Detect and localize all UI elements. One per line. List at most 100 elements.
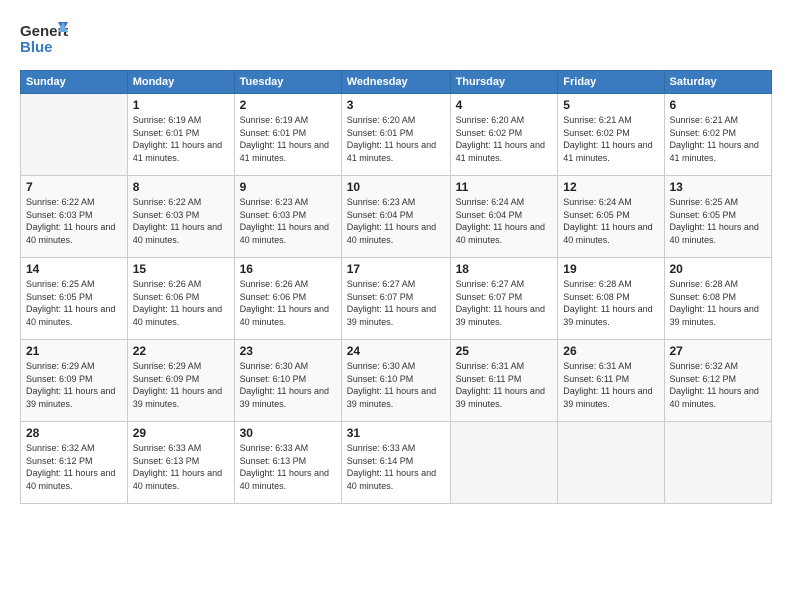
col-header-friday: Friday (558, 71, 664, 94)
calendar-cell (664, 422, 772, 504)
calendar-cell: 13 Sunrise: 6:25 AMSunset: 6:05 PMDayligh… (664, 176, 772, 258)
calendar-cell: 27 Sunrise: 6:32 AMSunset: 6:12 PMDayligh… (664, 340, 772, 422)
day-detail: Sunrise: 6:19 AMSunset: 6:01 PMDaylight:… (240, 114, 336, 164)
col-header-saturday: Saturday (664, 71, 772, 94)
day-number: 21 (26, 344, 122, 358)
day-number: 29 (133, 426, 229, 440)
week-row-3: 21 Sunrise: 6:29 AMSunset: 6:09 PMDayligh… (21, 340, 772, 422)
calendar-cell: 7 Sunrise: 6:22 AMSunset: 6:03 PMDaylight… (21, 176, 128, 258)
day-detail: Sunrise: 6:33 AMSunset: 6:13 PMDaylight:… (240, 442, 336, 492)
day-detail: Sunrise: 6:27 AMSunset: 6:07 PMDaylight:… (456, 278, 553, 328)
day-number: 23 (240, 344, 336, 358)
col-header-monday: Monday (127, 71, 234, 94)
col-header-thursday: Thursday (450, 71, 558, 94)
day-number: 14 (26, 262, 122, 276)
calendar-cell: 28 Sunrise: 6:32 AMSunset: 6:12 PMDayligh… (21, 422, 128, 504)
page: General Blue SundayMondayTuesdayWednesda… (0, 0, 792, 612)
calendar-cell: 25Sunrise: 6:31 AMSunset: 6:11 PMDayligh… (450, 340, 558, 422)
day-number: 9 (240, 180, 336, 194)
calendar-cell: 8 Sunrise: 6:22 AMSunset: 6:03 PMDaylight… (127, 176, 234, 258)
calendar-cell: 17 Sunrise: 6:27 AMSunset: 6:07 PMDayligh… (341, 258, 450, 340)
calendar-cell: 1Sunrise: 6:19 AMSunset: 6:01 PMDaylight… (127, 94, 234, 176)
col-header-wednesday: Wednesday (341, 71, 450, 94)
day-detail: Sunrise: 6:27 AMSunset: 6:07 PMDaylight:… (347, 278, 445, 328)
day-number: 28 (26, 426, 122, 440)
calendar-cell: 11 Sunrise: 6:24 AMSunset: 6:04 PMDayligh… (450, 176, 558, 258)
day-detail: Sunrise: 6:22 AMSunset: 6:03 PMDaylight:… (26, 196, 122, 246)
day-detail: Sunrise: 6:23 AMSunset: 6:03 PMDaylight:… (240, 196, 336, 246)
day-number: 31 (347, 426, 445, 440)
day-number: 18 (456, 262, 553, 276)
day-detail: Sunrise: 6:26 AMSunset: 6:06 PMDaylight:… (133, 278, 229, 328)
week-row-2: 14 Sunrise: 6:25 AMSunset: 6:05 PMDayligh… (21, 258, 772, 340)
day-detail: Sunrise: 6:24 AMSunset: 6:05 PMDaylight:… (563, 196, 658, 246)
day-detail: Sunrise: 6:29 AMSunset: 6:09 PMDaylight:… (26, 360, 122, 410)
day-detail: Sunrise: 6:20 AMSunset: 6:02 PMDaylight:… (456, 114, 553, 164)
day-number: 8 (133, 180, 229, 194)
header: General Blue (20, 18, 772, 60)
calendar-cell: 16 Sunrise: 6:26 AMSunset: 6:06 PMDayligh… (234, 258, 341, 340)
day-number: 19 (563, 262, 658, 276)
calendar-cell: 6Sunrise: 6:21 AMSunset: 6:02 PMDaylight… (664, 94, 772, 176)
day-number: 30 (240, 426, 336, 440)
day-number: 27 (670, 344, 767, 358)
calendar-cell: 12Sunrise: 6:24 AMSunset: 6:05 PMDayligh… (558, 176, 664, 258)
day-number: 3 (347, 98, 445, 112)
calendar-cell (558, 422, 664, 504)
calendar-cell: 15 Sunrise: 6:26 AMSunset: 6:06 PMDayligh… (127, 258, 234, 340)
day-number: 5 (563, 98, 658, 112)
col-header-tuesday: Tuesday (234, 71, 341, 94)
calendar-cell: 10 Sunrise: 6:23 AMSunset: 6:04 PMDayligh… (341, 176, 450, 258)
day-detail: Sunrise: 6:30 AMSunset: 6:10 PMDaylight:… (347, 360, 445, 410)
day-detail: Sunrise: 6:22 AMSunset: 6:03 PMDaylight:… (133, 196, 229, 246)
calendar-cell: 29 Sunrise: 6:33 AMSunset: 6:13 PMDayligh… (127, 422, 234, 504)
day-number: 7 (26, 180, 122, 194)
day-detail: Sunrise: 6:26 AMSunset: 6:06 PMDaylight:… (240, 278, 336, 328)
calendar-cell: 24 Sunrise: 6:30 AMSunset: 6:10 PMDayligh… (341, 340, 450, 422)
day-detail: Sunrise: 6:25 AMSunset: 6:05 PMDaylight:… (26, 278, 122, 328)
day-detail: Sunrise: 6:21 AMSunset: 6:02 PMDaylight:… (670, 114, 767, 164)
col-header-sunday: Sunday (21, 71, 128, 94)
day-number: 26 (563, 344, 658, 358)
day-number: 16 (240, 262, 336, 276)
day-number: 10 (347, 180, 445, 194)
calendar-cell: 18 Sunrise: 6:27 AMSunset: 6:07 PMDayligh… (450, 258, 558, 340)
calendar-cell: 21 Sunrise: 6:29 AMSunset: 6:09 PMDayligh… (21, 340, 128, 422)
day-number: 17 (347, 262, 445, 276)
day-detail: Sunrise: 6:28 AMSunset: 6:08 PMDaylight:… (563, 278, 658, 328)
day-detail: Sunrise: 6:31 AMSunset: 6:11 PMDaylight:… (456, 360, 553, 410)
day-detail: Sunrise: 6:32 AMSunset: 6:12 PMDaylight:… (26, 442, 122, 492)
day-detail: Sunrise: 6:30 AMSunset: 6:10 PMDaylight:… (240, 360, 336, 410)
svg-text:Blue: Blue (20, 39, 53, 56)
calendar-cell: 30 Sunrise: 6:33 AMSunset: 6:13 PMDayligh… (234, 422, 341, 504)
calendar-cell: 3Sunrise: 6:20 AMSunset: 6:01 PMDaylight… (341, 94, 450, 176)
calendar-table: SundayMondayTuesdayWednesdayThursdayFrid… (20, 70, 772, 504)
day-number: 15 (133, 262, 229, 276)
day-detail: Sunrise: 6:28 AMSunset: 6:08 PMDaylight:… (670, 278, 767, 328)
calendar-cell: 9 Sunrise: 6:23 AMSunset: 6:03 PMDaylight… (234, 176, 341, 258)
day-number: 11 (456, 180, 553, 194)
calendar-cell: 14 Sunrise: 6:25 AMSunset: 6:05 PMDayligh… (21, 258, 128, 340)
calendar-cell: 20Sunrise: 6:28 AMSunset: 6:08 PMDayligh… (664, 258, 772, 340)
calendar-cell: 5Sunrise: 6:21 AMSunset: 6:02 PMDaylight… (558, 94, 664, 176)
day-detail: Sunrise: 6:24 AMSunset: 6:04 PMDaylight:… (456, 196, 553, 246)
calendar-cell: 22Sunrise: 6:29 AMSunset: 6:09 PMDayligh… (127, 340, 234, 422)
day-detail: Sunrise: 6:31 AMSunset: 6:11 PMDaylight:… (563, 360, 658, 410)
week-row-0: 1Sunrise: 6:19 AMSunset: 6:01 PMDaylight… (21, 94, 772, 176)
day-detail: Sunrise: 6:19 AMSunset: 6:01 PMDaylight:… (133, 114, 229, 164)
calendar-cell: 19 Sunrise: 6:28 AMSunset: 6:08 PMDayligh… (558, 258, 664, 340)
calendar-cell: 31Sunrise: 6:33 AMSunset: 6:14 PMDayligh… (341, 422, 450, 504)
calendar-cell: 4Sunrise: 6:20 AMSunset: 6:02 PMDaylight… (450, 94, 558, 176)
logo: General Blue (20, 18, 68, 60)
header-row: SundayMondayTuesdayWednesdayThursdayFrid… (21, 71, 772, 94)
day-detail: Sunrise: 6:29 AMSunset: 6:09 PMDaylight:… (133, 360, 229, 410)
day-detail: Sunrise: 6:32 AMSunset: 6:12 PMDaylight:… (670, 360, 767, 410)
calendar-cell: 2Sunrise: 6:19 AMSunset: 6:01 PMDaylight… (234, 94, 341, 176)
day-number: 24 (347, 344, 445, 358)
day-detail: Sunrise: 6:23 AMSunset: 6:04 PMDaylight:… (347, 196, 445, 246)
day-number: 13 (670, 180, 767, 194)
day-detail: Sunrise: 6:33 AMSunset: 6:13 PMDaylight:… (133, 442, 229, 492)
day-detail: Sunrise: 6:25 AMSunset: 6:05 PMDaylight:… (670, 196, 767, 246)
week-row-4: 28 Sunrise: 6:32 AMSunset: 6:12 PMDayligh… (21, 422, 772, 504)
week-row-1: 7 Sunrise: 6:22 AMSunset: 6:03 PMDaylight… (21, 176, 772, 258)
